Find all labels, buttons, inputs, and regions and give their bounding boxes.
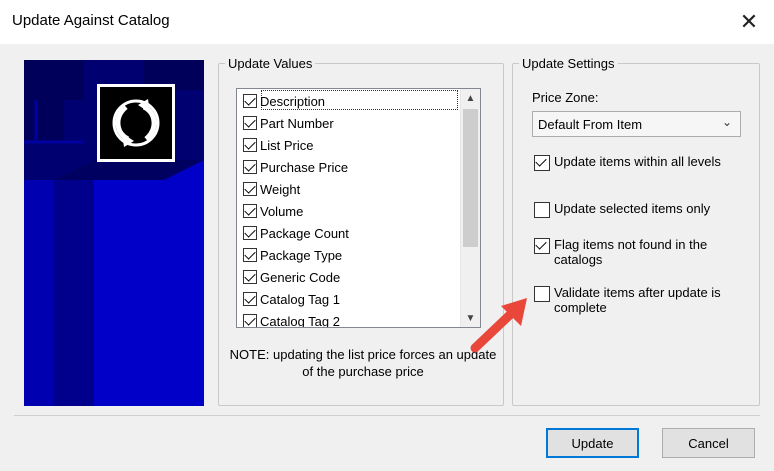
option-label: Flag items not found in the catalogs <box>554 237 708 267</box>
checkbox[interactable] <box>243 138 257 152</box>
option-validate-after-update[interactable]: Validate items after update is complete <box>534 285 744 315</box>
list-item-package-type[interactable]: Package Type <box>243 245 342 265</box>
checkbox[interactable] <box>243 226 257 240</box>
update-settings-group: Update Settings <box>512 56 760 406</box>
list-item-label: Volume <box>260 203 304 219</box>
scroll-thumb[interactable] <box>463 109 478 247</box>
checkbox[interactable] <box>243 248 257 262</box>
price-zone-value: Default From Item <box>538 116 643 132</box>
list-item-label: Purchase Price <box>260 159 349 175</box>
chevron-down-icon: ⌄ <box>721 115 732 129</box>
checkbox[interactable] <box>243 270 257 284</box>
chevron-up-icon: ▲ <box>465 92 476 104</box>
list-item-label: Package Type <box>260 247 343 263</box>
list-item-purchase-price[interactable]: Purchase Price <box>243 157 348 177</box>
checkbox[interactable] <box>243 182 257 196</box>
list-item-weight[interactable]: Weight <box>243 179 300 199</box>
option-flag-not-found[interactable]: Flag items not found in the catalogs <box>534 237 734 267</box>
list-item-label: Part Number <box>260 115 334 131</box>
checkbox[interactable] <box>243 292 257 306</box>
checkbox[interactable] <box>534 238 550 254</box>
list-item-description[interactable]: Description <box>243 91 325 111</box>
window-title: Update Against Catalog <box>12 12 170 29</box>
list-item-label: Weight <box>260 181 301 197</box>
close-button[interactable]: ✕ <box>724 0 774 44</box>
price-zone-select[interactable]: Default From Item ⌄ <box>532 111 741 137</box>
option-label: Validate items after update is complete <box>554 285 721 315</box>
list-item-catalog-tag-1[interactable]: Catalog Tag 1 <box>243 289 340 309</box>
list-item-volume[interactable]: Volume <box>243 201 303 221</box>
checkbox[interactable] <box>243 204 257 218</box>
dialog-window: Update Against Catalog ✕ Update Values D… <box>0 0 774 471</box>
update-button[interactable]: Update <box>546 428 639 458</box>
checkbox[interactable] <box>243 94 257 108</box>
list-item-label: List Price <box>260 137 314 153</box>
list-item-label: Description <box>260 93 326 109</box>
list-item-catalog-tag-2[interactable]: Catalog Tag 2 <box>243 311 340 328</box>
scroll-up-button[interactable]: ▲ <box>461 89 480 107</box>
option-label: Update selected items only <box>554 201 711 216</box>
price-zone-label: Price Zone: <box>532 90 599 105</box>
checkbox[interactable] <box>243 160 257 174</box>
checkbox[interactable] <box>243 314 257 327</box>
title-bar: Update Against Catalog ✕ <box>0 0 774 44</box>
option-update-all-levels[interactable]: Update items within all levels <box>534 154 754 171</box>
cancel-button[interactable]: Cancel <box>662 428 755 458</box>
list-item-generic-code[interactable]: Generic Code <box>243 267 340 287</box>
update-values-legend: Update Values <box>228 56 313 71</box>
side-banner <box>24 60 204 406</box>
checkbox[interactable] <box>534 155 550 171</box>
update-settings-legend: Update Settings <box>522 56 615 71</box>
list-item-package-count[interactable]: Package Count <box>243 223 349 243</box>
list-item-part-number[interactable]: Part Number <box>243 113 334 133</box>
red-arrow-icon <box>470 298 527 353</box>
update-values-list[interactable]: Description Part Number List Price Purch… <box>236 88 481 328</box>
close-icon: ✕ <box>739 9 759 34</box>
list-item-list-price[interactable]: List Price <box>243 135 313 155</box>
list-item-label: Catalog Tag 1 <box>260 291 340 307</box>
list-item-label: Generic Code <box>260 269 341 285</box>
checkbox[interactable] <box>243 116 257 130</box>
checkbox[interactable] <box>534 202 550 218</box>
option-label: Update items within all levels <box>554 154 721 169</box>
refresh-arrows-icon <box>97 84 175 162</box>
list-scrollbar[interactable]: ▲ ▼ <box>460 89 480 327</box>
price-note: NOTE: updating the list price forces an … <box>229 347 497 379</box>
divider <box>14 415 760 416</box>
list-item-label: Package Count <box>260 225 349 241</box>
checkbox[interactable] <box>534 286 550 302</box>
list-item-label: Catalog Tag 2 <box>260 313 340 328</box>
option-update-selected-only[interactable]: Update selected items only <box>534 201 754 218</box>
